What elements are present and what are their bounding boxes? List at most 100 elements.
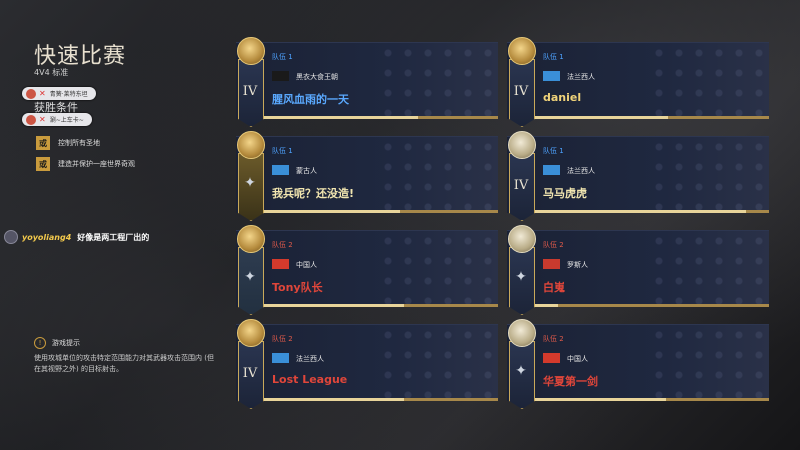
civilization-name: 蒙古人 [296, 167, 317, 175]
progress-fill [535, 304, 559, 307]
player-portrait[interactable]: IV [507, 37, 536, 129]
player-portrait[interactable]: ✦ [507, 225, 536, 317]
player-portrait[interactable]: IV [507, 131, 536, 223]
player-name[interactable]: 我兵呢？还没造! [272, 185, 354, 201]
team-label: 队伍 1 [543, 147, 564, 155]
team-label: 队伍 1 [543, 53, 564, 61]
tip-text: 使用攻城单位的攻击特定范围能力对其武器攻击范围内 (但在其视野之外) 的目标射击… [34, 354, 214, 373]
player-name[interactable]: 华夏第一剑 [543, 373, 598, 389]
civ-flag-icon [543, 259, 560, 269]
player-name[interactable]: 马马虎虎 [543, 185, 587, 201]
portrait-medal-icon [237, 131, 265, 159]
card-pattern [378, 231, 498, 307]
team-label: 队伍 2 [272, 335, 293, 343]
rank-label: IV [242, 84, 258, 99]
progress-bar [535, 398, 769, 401]
card-pattern [378, 137, 498, 213]
rank-label: IV [242, 366, 258, 381]
card-pattern [649, 43, 769, 119]
player-portrait[interactable]: IV [236, 37, 265, 129]
portrait-medal-icon [508, 131, 536, 159]
rank-label: IV [513, 178, 529, 193]
card-pattern [649, 231, 769, 307]
player-card[interactable]: ✦ 队伍 2 中国人 Tony队长 [236, 225, 498, 315]
player-portrait[interactable]: ✦ [236, 131, 265, 223]
progress-bar [535, 304, 769, 307]
chat-text: 好像是两工程厂出的 [77, 232, 150, 242]
player-card[interactable]: IV 队伍 1 黑衣大食王朝 腥风血雨的一天 [236, 37, 498, 127]
team-label: 队伍 2 [272, 241, 293, 249]
player-name[interactable]: daniel [543, 91, 581, 104]
civilization-name: 法兰西人 [296, 355, 324, 363]
player-name[interactable]: 腥风血雨的一天 [272, 91, 349, 107]
player-portrait[interactable]: ✦ [507, 319, 536, 411]
progress-bar [535, 116, 769, 119]
avatar-icon [26, 88, 36, 99]
progress-fill [535, 398, 667, 401]
progress-bar [264, 116, 498, 119]
civilization-name: 罗斯人 [567, 261, 588, 269]
player-card[interactable]: IV 队伍 1 法兰西人 daniel [507, 37, 769, 127]
rank-emblem-icon: ✦ [515, 363, 527, 379]
condition-text: 控制所有圣地 [58, 139, 100, 147]
player-name[interactable]: Tony队长 [272, 279, 323, 295]
victory-conditions-title: 获胜条件 [34, 101, 78, 114]
or-badge: 或 [36, 136, 50, 150]
progress-fill [264, 398, 405, 401]
chip-label: 青簧·莱特东坦 [49, 91, 88, 98]
or-badge: 或 [36, 157, 50, 171]
progress-bar [264, 398, 498, 401]
civilization-name: 黑衣大食王朝 [296, 73, 338, 81]
civilization-name: 中国人 [567, 355, 588, 363]
rank-emblem-icon: ✦ [515, 269, 527, 285]
condition-text: 建造并保护一座世界奇观 [58, 160, 135, 168]
progress-fill [264, 210, 400, 213]
close-icon[interactable]: ✕ [39, 89, 46, 98]
player-card[interactable]: ✦ 队伍 1 蒙古人 我兵呢？还没造! [236, 131, 498, 221]
victory-condition: 或 建造并保护一座世界奇观 [36, 157, 135, 171]
team-label: 队伍 1 [272, 147, 293, 155]
player-name[interactable]: Lost League [272, 373, 347, 386]
info-icon: ! [34, 337, 46, 349]
civ-flag-icon [543, 165, 560, 175]
team-label: 队伍 2 [543, 335, 564, 343]
rank-emblem-icon: ✦ [244, 269, 256, 285]
tip-title: 游戏提示 [52, 339, 80, 347]
left-panel: 快速比赛 4V4 标准 ✕ 青簧·莱特东坦 ✕ 涮~上车卡~ 获胜条件 或 控制… [0, 0, 225, 450]
avatar-icon [26, 114, 36, 125]
portrait-medal-icon [237, 225, 265, 253]
player-card[interactable]: ✦ 队伍 2 中国人 华夏第一剑 [507, 319, 769, 409]
player-name[interactable]: 白嵬 [543, 279, 565, 295]
civ-flag-icon [543, 353, 560, 363]
player-card[interactable]: ✦ 队伍 2 罗斯人 白嵬 [507, 225, 769, 315]
player-card[interactable]: IV 队伍 2 法兰西人 Lost League [236, 319, 498, 409]
chip-label: 涮~上车卡~ [49, 117, 84, 124]
player-card[interactable]: IV 队伍 1 法兰西人 马马虎虎 [507, 131, 769, 221]
card-pattern [378, 43, 498, 119]
progress-bar [264, 304, 498, 307]
civ-flag-icon [543, 71, 560, 81]
player-portrait[interactable]: ✦ [236, 225, 265, 317]
civilization-name: 法兰西人 [567, 167, 595, 175]
card-pattern [649, 137, 769, 213]
progress-fill [264, 304, 405, 307]
player-portrait[interactable]: IV [236, 319, 265, 411]
team-label: 队伍 1 [272, 53, 293, 61]
progress-fill [535, 210, 746, 213]
progress-fill [535, 116, 669, 119]
civ-flag-icon [272, 71, 289, 81]
progress-bar [535, 210, 769, 213]
rank-label: IV [513, 84, 529, 99]
team-label: 队伍 2 [543, 241, 564, 249]
progress-bar [264, 210, 498, 213]
progress-fill [264, 116, 419, 119]
portrait-medal-icon [508, 225, 536, 253]
portrait-medal-icon [237, 319, 265, 347]
portrait-medal-icon [508, 319, 536, 347]
civ-flag-icon [272, 259, 289, 269]
civ-flag-icon [272, 165, 289, 175]
close-icon[interactable]: ✕ [39, 115, 46, 124]
chat-message: yoyoliang4 好像是两工程厂出的 [4, 230, 149, 244]
portrait-medal-icon [237, 37, 265, 65]
tip-header: ! 游戏提示 [34, 337, 80, 349]
